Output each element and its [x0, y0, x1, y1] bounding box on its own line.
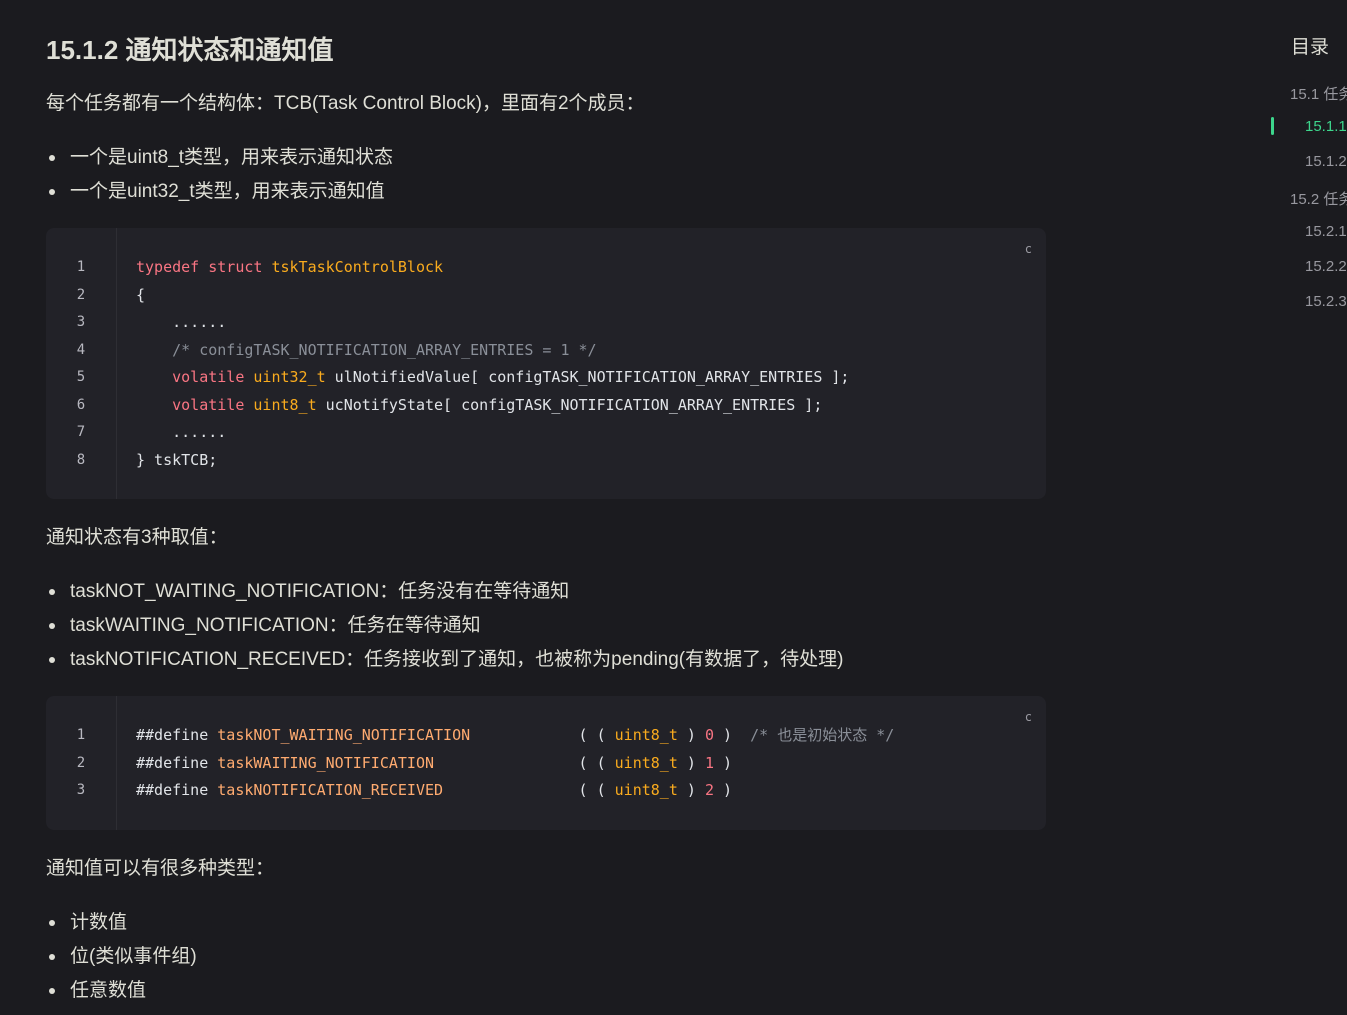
code-line: {: [136, 285, 146, 304]
code-text: ): [677, 753, 705, 772]
line-number: 6: [76, 396, 86, 413]
type-token: uint8_t: [244, 395, 317, 414]
keyword-token: struct: [199, 258, 263, 276]
line-number: 7: [76, 424, 86, 440]
type-token: uint32_t: [244, 368, 326, 386]
line-number: 5: [76, 369, 86, 385]
toc-link[interactable]: 15.2.2: [1305, 258, 1347, 275]
states-list: taskNOT_WAITING_NOTIFICATION：任务没有在等待通知 t…: [46, 575, 843, 677]
toc-title: 目录: [1291, 37, 1330, 58]
code-language-label: c: [1024, 710, 1032, 724]
keyword-token: volatile: [136, 395, 245, 414]
line-number: 1: [76, 259, 86, 275]
code-text: ): [714, 781, 733, 799]
line-number: 1: [76, 727, 86, 743]
code-language-label: c: [1024, 242, 1032, 256]
document-page: 15.1.2 通知状态和通知值 每个任务都有一个结构体：TCB(Task Con…: [0, 0, 1347, 1015]
code-line: ##define taskWAITING_NOTIFICATION ( ( ui…: [136, 750, 732, 778]
toc-link[interactable]: 15.1 任务: [1290, 83, 1347, 104]
directive-token: ##define: [136, 726, 209, 744]
code-text: ): [714, 726, 733, 744]
type-token: uint8_t: [614, 781, 678, 799]
toc-link[interactable]: 15.2.1: [1305, 223, 1347, 240]
code-block-tcb[interactable]: c 1 2 3 4 5 6 7 8 typedef struct tskTask…: [46, 228, 1046, 499]
macro-name-token: taskNOTIFICATION_RECEIVED: [208, 781, 444, 799]
number-token: 0: [704, 726, 714, 744]
line-number: 3: [76, 782, 86, 798]
type-token: uint8_t: [614, 753, 678, 772]
code-text: ): [677, 781, 705, 799]
intro-paragraph: 每个任务都有一个结构体：TCB(Task Control Block)，里面有2…: [46, 93, 645, 114]
states-intro-paragraph: 通知状态有3种取值：: [46, 527, 228, 548]
code-line: typedef struct tskTaskControlBlock: [136, 254, 443, 282]
values-intro-paragraph: 通知值可以有很多种类型：: [46, 858, 275, 879]
code-padding: [434, 754, 579, 772]
type-token: uint8_t: [614, 726, 678, 744]
code-text: ): [714, 753, 733, 772]
list-item: 计数值: [46, 906, 197, 940]
list-item: 任意数值: [46, 974, 197, 1008]
toc-link[interactable]: 15.2 任务: [1290, 188, 1347, 209]
type-token: tskTaskControlBlock: [262, 258, 444, 276]
line-number: 4: [76, 341, 86, 358]
number-token: 2: [704, 781, 714, 799]
code-text: ( (: [578, 753, 615, 772]
list-item: taskWAITING_NOTIFICATION：任务在等待通知: [46, 609, 843, 643]
code-line: ##define taskNOT_WAITING_NOTIFICATION ( …: [136, 722, 894, 750]
list-item: taskNOT_WAITING_NOTIFICATION：任务没有在等待通知: [46, 575, 843, 609]
code-line: volatile uint32_t ulNotifiedValue[ confi…: [136, 364, 849, 392]
number-token: 1: [704, 753, 714, 772]
section-heading: 15.1.2 通知状态和通知值: [46, 35, 334, 65]
macro-name-token: taskWAITING_NOTIFICATION: [208, 753, 435, 772]
code-text: ( (: [578, 781, 615, 799]
toc-link[interactable]: 15.2.3: [1305, 293, 1347, 310]
line-number-gutter: 1 2 3: [46, 696, 117, 830]
line-number: 2: [76, 286, 86, 303]
comment-token: /* 也是初始状态 */: [732, 726, 895, 744]
list-item: 一个是uint8_t类型，用来表示通知状态: [46, 141, 393, 175]
keyword-token: volatile: [136, 368, 245, 386]
code-comment-line: /* configTASK_NOTIFICATION_ARRAY_ENTRIES…: [136, 340, 597, 359]
members-list: 一个是uint8_t类型，用来表示通知状态 一个是uint32_t类型，用来表示…: [46, 141, 393, 209]
code-padding: [443, 781, 578, 799]
code-line: ......: [136, 313, 227, 331]
toc-link-active[interactable]: 15.1.1: [1305, 118, 1347, 135]
code-text: ulNotifiedValue[ configTASK_NOTIFICATION…: [325, 368, 850, 386]
code-text: ucNotifyState[ configTASK_NOTIFICATION_A…: [316, 395, 823, 414]
keyword-token: typedef: [136, 258, 200, 276]
code-text: ( (: [578, 726, 615, 744]
list-item: taskNOTIFICATION_RECEIVED：任务接收到了通知，也被称为p…: [46, 643, 843, 677]
line-number: 2: [76, 754, 86, 771]
line-number-gutter: 1 2 3 4 5 6 7 8: [46, 228, 117, 499]
list-item: 位(类似事件组): [46, 940, 197, 974]
code-line: volatile uint8_t ucNotifyState[ configTA…: [136, 392, 822, 420]
directive-token: ##define: [136, 781, 209, 799]
code-block-defines[interactable]: c 1 2 3 ##define taskNOT_WAITING_NOTIFIC…: [46, 696, 1046, 830]
code-padding: [470, 726, 578, 744]
code-line: ##define taskNOTIFICATION_RECEIVED ( ( u…: [136, 777, 732, 805]
list-item: 一个是uint32_t类型，用来表示通知值: [46, 175, 393, 209]
macro-name-token: taskNOT_WAITING_NOTIFICATION: [208, 726, 471, 744]
line-number: 8: [76, 451, 86, 468]
toc-active-marker: [1271, 117, 1274, 135]
toc-link[interactable]: 15.1.2: [1305, 153, 1347, 170]
code-line: } tskTCB;: [136, 450, 218, 469]
code-text: ): [677, 726, 705, 744]
code-line: ......: [136, 423, 227, 441]
directive-token: ##define: [136, 753, 209, 772]
values-list: 计数值 位(类似事件组) 任意数值: [46, 906, 197, 1008]
line-number: 3: [76, 314, 86, 330]
